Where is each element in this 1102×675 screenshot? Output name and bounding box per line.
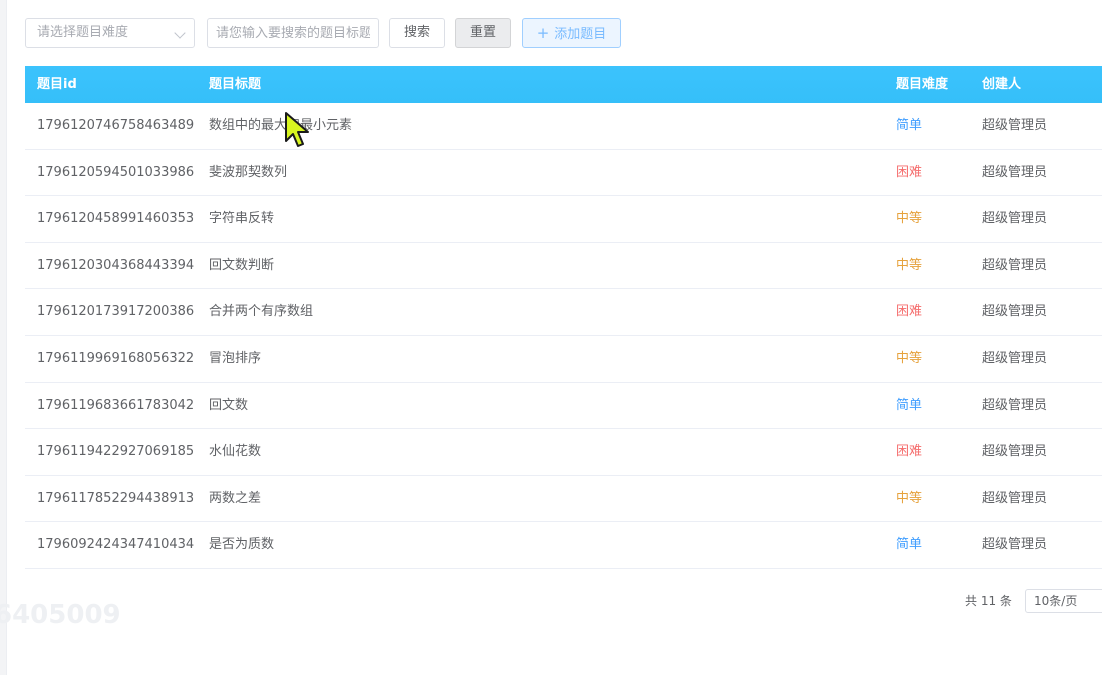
problem-id-cell: 1796120304368443394 [37, 257, 195, 273]
plus-icon: + [536, 24, 550, 42]
watermark: 6405009 [0, 600, 121, 630]
search-button[interactable]: 搜索 [389, 18, 445, 48]
problem-difficulty-cell: 简单 [896, 397, 923, 413]
problem-title-cell: 回文数判断 [209, 257, 275, 273]
problem-title-cell: 数组中的最大和最小元素 [209, 118, 353, 133]
problem-title-cell: 是否为质数 [209, 537, 275, 553]
problem-id-cell: 1796119683661783042 [37, 397, 195, 413]
table-row[interactable]: 1796119422927069185 水仙花数 困难 超级管理员 [25, 429, 1102, 476]
problem-creator-cell: 超级管理员 [982, 118, 1048, 133]
column-header-difficulty[interactable]: 题目难度 [896, 66, 948, 103]
problem-id-cell: 1796092424347410434 [37, 537, 195, 553]
problem-creator-cell: 超级管理员 [982, 164, 1048, 180]
problem-id-cell: 1796120746758463489 [37, 118, 195, 133]
column-header-id[interactable]: 题目id [37, 66, 77, 103]
problem-title-cell: 字符串反转 [209, 211, 275, 227]
problem-id-cell: 1796120173917200386 [37, 304, 195, 320]
problem-id-cell: 1796120594501033986 [37, 164, 195, 180]
title-search-input[interactable] [207, 18, 379, 48]
mouse-cursor-icon [285, 112, 309, 147]
problem-title-cell: 斐波那契数列 [209, 164, 288, 180]
problem-difficulty-cell: 中等 [896, 350, 923, 366]
problem-id-cell: 1796119969168056322 [37, 350, 195, 366]
problem-id-cell: 1796117852294438913 [37, 490, 195, 506]
problem-difficulty-cell: 困难 [896, 164, 923, 180]
problem-title-cell: 两数之差 [209, 490, 262, 506]
problem-creator-cell: 超级管理员 [982, 257, 1048, 273]
pagination-total: 共 11 条 [965, 594, 1012, 608]
table-row[interactable]: 1796117852294438913 两数之差 中等 超级管理员 [25, 476, 1102, 523]
problem-difficulty-cell: 困难 [896, 444, 923, 460]
table-header: 题目id 题目标题 题目难度 创建人 [25, 66, 1102, 103]
table-row[interactable]: 1796119969168056322 冒泡排序 中等 超级管理员 [25, 336, 1102, 383]
column-header-title[interactable]: 题目标题 [209, 66, 261, 103]
page-size-value: 10条/页 [1034, 594, 1078, 608]
problem-title-cell: 合并两个有序数组 [209, 304, 314, 320]
problem-difficulty-cell: 简单 [896, 118, 923, 133]
problem-title-cell: 冒泡排序 [209, 350, 262, 366]
problem-creator-cell: 超级管理员 [982, 537, 1048, 553]
column-header-creator[interactable]: 创建人 [982, 66, 1021, 103]
problem-difficulty-cell: 中等 [896, 490, 923, 506]
problem-difficulty-cell: 中等 [896, 211, 923, 227]
table-body: 1796120746758463489 数组中的最大和最小元素 简单 超级管理员 179… [25, 103, 1102, 569]
difficulty-select-placeholder: 请选择题目难度 [37, 25, 129, 40]
table-row[interactable]: 1796120594501033986 斐波那契数列 困难 超级管理员 [25, 150, 1102, 197]
problem-creator-cell: 超级管理员 [982, 490, 1048, 506]
reset-button[interactable]: 重置 [455, 18, 511, 48]
problem-id-cell: 1796120458991460353 [37, 211, 195, 227]
problem-creator-cell: 超级管理员 [982, 350, 1048, 366]
table-row[interactable]: 1796120746758463489 数组中的最大和最小元素 简单 超级管理员 [25, 103, 1102, 150]
left-edge [0, 0, 7, 675]
page-size-select[interactable]: 10条/页 [1025, 589, 1102, 613]
table-row[interactable]: 1796120173917200386 合并两个有序数组 困难 超级管理员 [25, 289, 1102, 336]
add-problem-button[interactable]: + 添加题目 [522, 18, 621, 48]
add-problem-label: 添加题目 [554, 27, 607, 42]
problem-table: 题目id 题目标题 题目难度 创建人 1796120746758463489 数组… [25, 66, 1102, 569]
table-row[interactable]: 1796119683661783042 回文数 简单 超级管理员 [25, 383, 1102, 430]
table-row[interactable]: 1796120458991460353 字符串反转 中等 超级管理员 [25, 196, 1102, 243]
problem-title-cell: 回文数 [209, 397, 249, 413]
problem-creator-cell: 超级管理员 [982, 397, 1048, 413]
problem-creator-cell: 超级管理员 [982, 444, 1048, 460]
problem-difficulty-cell: 简单 [896, 537, 923, 553]
difficulty-select[interactable]: 请选择题目难度 [25, 18, 195, 48]
problem-difficulty-cell: 困难 [896, 304, 923, 320]
problem-id-cell: 1796119422927069185 [37, 444, 195, 460]
chevron-down-icon [174, 27, 186, 39]
table-row[interactable]: 1796092424347410434 是否为质数 简单 超级管理员 [25, 522, 1102, 569]
problem-creator-cell: 超级管理员 [982, 211, 1048, 227]
problem-title-cell: 水仙花数 [209, 444, 262, 460]
problem-difficulty-cell: 中等 [896, 257, 923, 273]
table-row[interactable]: 1796120304368443394 回文数判断 中等 超级管理员 [25, 243, 1102, 290]
problem-creator-cell: 超级管理员 [982, 304, 1048, 320]
